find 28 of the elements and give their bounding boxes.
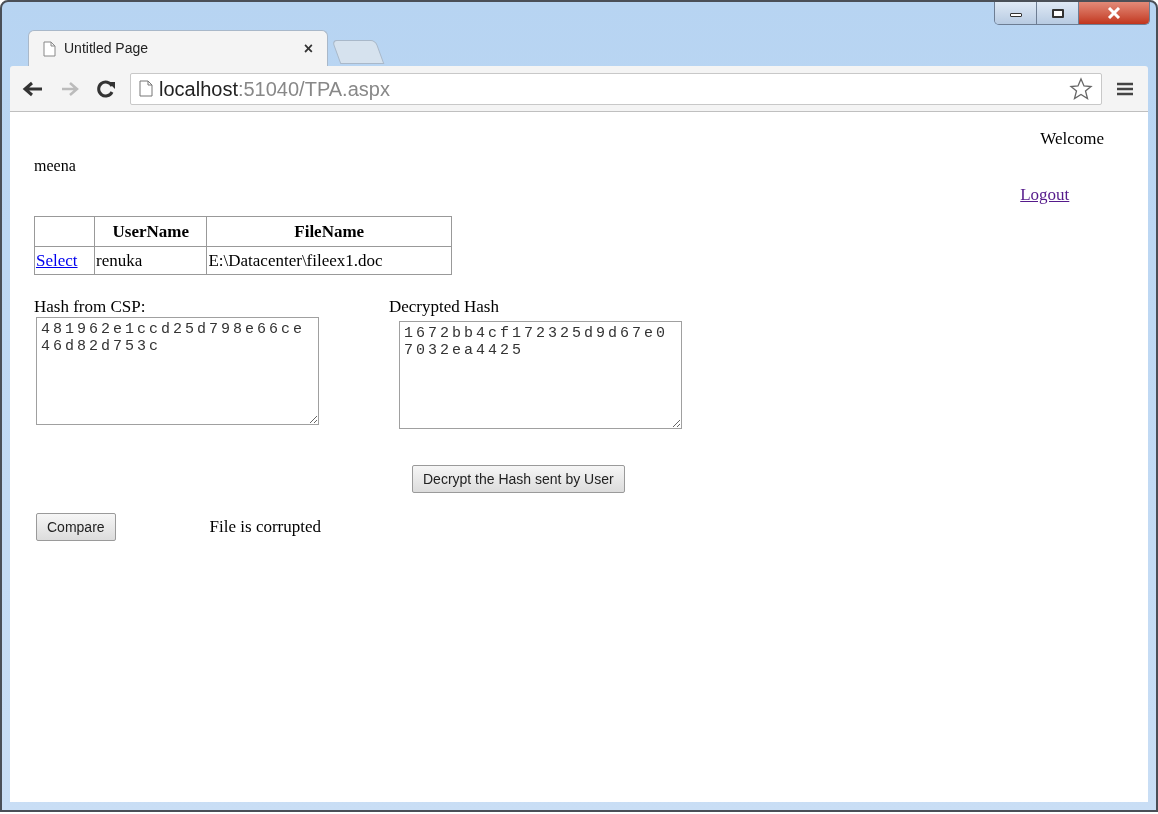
result-text: File is corrupted	[209, 516, 321, 539]
field-label: Decrypted Hash	[389, 297, 500, 317]
reload-icon[interactable]	[96, 78, 116, 99]
table-cell: renuka	[94, 246, 207, 275]
url-text: localhost:51040/TPA.aspx	[159, 76, 390, 102]
column-header: UserName	[94, 216, 207, 247]
minimize-icon[interactable]	[995, 2, 1037, 24]
menu-icon[interactable]	[1116, 80, 1134, 97]
star-icon[interactable]	[1069, 76, 1093, 101]
column-header: FileName	[206, 216, 452, 247]
hash-field[interactable]: 481962e1ccd25d798e66ce46d82d753c	[36, 317, 319, 425]
decrypt-button[interactable]: Decrypt the Hash sent by User	[412, 465, 625, 493]
welcome-text: Welcome	[1040, 128, 1104, 150]
close-icon[interactable]: ×	[303, 36, 313, 61]
tab-title: Untitled Page	[64, 39, 150, 58]
address-bar[interactable]: localhost:51040/TPA.aspx	[130, 72, 1102, 105]
page-icon	[43, 40, 56, 57]
hash-field[interactable]: 1672bb4cf172325d9d67e07032ea4425	[399, 321, 682, 429]
page-icon	[139, 80, 153, 97]
close-icon[interactable]	[1079, 2, 1149, 24]
user-name-text: meena	[34, 156, 77, 176]
browser-tab[interactable]: Untitled Page ×	[28, 30, 328, 66]
compare-button[interactable]: Compare	[36, 513, 116, 541]
field-label: Hash from CSP:	[34, 297, 147, 317]
maximize-icon[interactable]	[1037, 2, 1079, 24]
logout-link[interactable]: Logout	[1020, 181, 1070, 207]
table-cell: E:\Datacenter\fileex1.doc	[206, 246, 452, 275]
back-icon[interactable]	[22, 80, 44, 97]
